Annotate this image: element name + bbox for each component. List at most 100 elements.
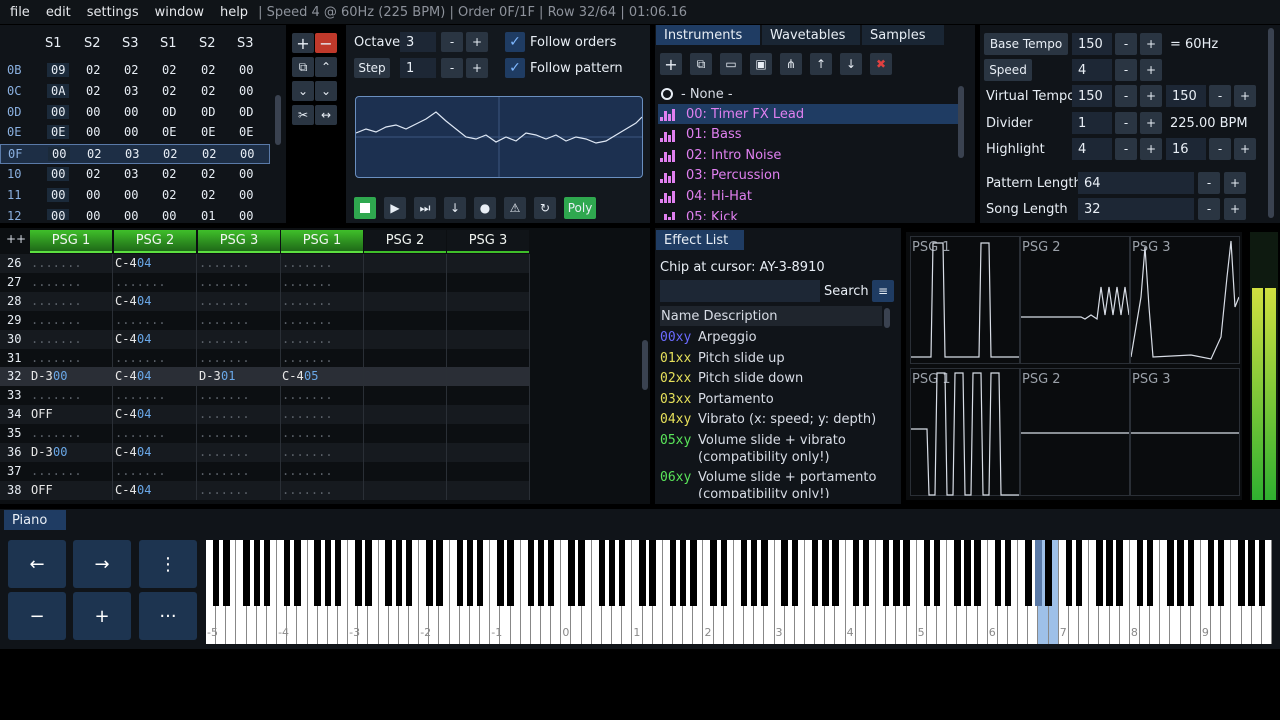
order-cell[interactable]: 01 — [201, 209, 215, 220]
piano-black-key[interactable] — [649, 540, 656, 606]
instrument-cell[interactable]: 04 — [137, 369, 151, 383]
tab-wavetables[interactable]: Wavetables — [762, 25, 860, 45]
piano-black-key[interactable] — [882, 540, 890, 606]
piano-black-key[interactable] — [690, 540, 697, 606]
pattern-row[interactable]: 37............................ — [0, 461, 530, 481]
menu-window[interactable]: window — [149, 5, 210, 20]
order-cell[interactable]: 00 — [86, 188, 100, 202]
piano-black-key[interactable] — [822, 540, 829, 606]
pattern-editor[interactable]: ++ PSG 1 PSG 2 PSG 3 PSG 1 PSG 2 PSG 3 26.....… — [0, 228, 650, 504]
piano-keyboard[interactable]: -5 -4 -3 -2 -1 0 1 2 3 4 5 6 7 8 9 — [206, 540, 1272, 644]
speed-minus-button[interactable]: - — [1115, 59, 1137, 81]
piano-black-key[interactable] — [1096, 540, 1103, 606]
piano-black-key[interactable] — [1136, 540, 1144, 606]
tab-effect-list[interactable]: Effect List — [656, 230, 744, 250]
song-length-plus-button[interactable]: + — [1224, 198, 1246, 220]
poly-button[interactable]: Poly — [564, 197, 596, 219]
instrument-list[interactable]: - None - 00: Timer FX Lead 01: Bass 02: In… — [658, 84, 958, 220]
piano-black-key[interactable] — [283, 540, 291, 606]
order-cell[interactable]: 00 — [162, 209, 176, 220]
instrument-cell[interactable]: 00 — [53, 445, 67, 459]
speed-field[interactable]: 4 — [1072, 59, 1112, 81]
order-cell[interactable]: 00 — [239, 84, 253, 98]
piano-black-key[interactable] — [994, 540, 1002, 606]
piano-black-key[interactable] — [598, 540, 606, 606]
order-cell[interactable]: 02 — [201, 63, 215, 77]
order-cell[interactable]: 00 — [239, 188, 253, 202]
note-cell[interactable]: C-4 — [115, 445, 137, 459]
instrument-item[interactable]: 01: Bass — [658, 125, 958, 145]
piano-black-key[interactable] — [750, 540, 758, 606]
order-cell[interactable]: 03 — [124, 167, 138, 181]
piano-black-key[interactable] — [466, 540, 474, 606]
piano-black-key[interactable] — [1167, 540, 1174, 606]
pattern-row[interactable]: 33............................ — [0, 386, 530, 406]
note-cell[interactable]: C-4 — [115, 483, 137, 497]
order-cell[interactable]: 00 — [239, 209, 253, 220]
piano-black-key[interactable] — [385, 540, 392, 606]
order-row[interactable]: 0B 09 02 02 02 02 00 — [0, 61, 270, 81]
menu-icon[interactable]: ≡ — [872, 280, 894, 302]
octave-plus-button[interactable]: + — [466, 32, 488, 52]
pattern-row[interactable]: 36 D-3 00 C-4 04.............. — [0, 443, 530, 462]
song-length-field[interactable]: 32 — [1078, 198, 1194, 220]
piano-black-key[interactable] — [1075, 540, 1083, 606]
piano-black-key[interactable] — [355, 540, 362, 606]
piano-black-key[interactable] — [740, 540, 748, 606]
duplicate-instrument-icon[interactable]: ⧉ — [690, 53, 712, 75]
order-cell[interactable]: 00 — [47, 104, 70, 119]
step-plus-button[interactable]: + — [466, 58, 488, 78]
order-cell[interactable]: 02 — [87, 147, 101, 161]
vt2-plus-button[interactable]: + — [1234, 85, 1256, 107]
base-tempo-plus-button[interactable]: + — [1140, 33, 1162, 55]
order-cell[interactable]: 0E — [201, 125, 215, 139]
note-cell[interactable]: D-3 — [199, 369, 221, 383]
order-cell[interactable]: 0A — [47, 83, 70, 98]
piano-black-key[interactable] — [212, 540, 220, 606]
piano-black-key[interactable] — [923, 540, 931, 606]
arrows-horizontal-icon[interactable]: ↔ — [315, 105, 337, 125]
virtual-tempo-field-1[interactable]: 150 — [1072, 85, 1112, 107]
piano-black-key[interactable] — [954, 540, 961, 606]
order-row[interactable]: 0D 00 00 00 0D 0D 0D — [0, 103, 270, 123]
order-cell[interactable]: 02 — [162, 167, 176, 181]
order-row[interactable]: 0F 00 02 03 02 02 00 — [0, 144, 270, 165]
pattern-scrollbar[interactable] — [642, 340, 648, 390]
note-cell[interactable]: C-4 — [115, 369, 137, 383]
order-cell[interactable]: 00 — [47, 208, 70, 220]
double-chevron-down-icon[interactable]: ⌄ — [315, 81, 337, 101]
order-cell[interactable]: 02 — [163, 147, 177, 161]
order-cell[interactable]: 02 — [162, 84, 176, 98]
piano-black-key[interactable] — [791, 540, 799, 606]
menu-help[interactable]: help — [214, 5, 254, 20]
channel-header[interactable]: PSG 2 — [114, 230, 196, 253]
order-row[interactable]: 0C 0A 02 03 02 02 00 — [0, 82, 270, 102]
step-forward-icon[interactable]: ⏭ — [414, 197, 436, 219]
order-cell[interactable]: 00 — [47, 187, 70, 202]
piano-black-key[interactable] — [679, 540, 687, 606]
highlight-field-1[interactable]: 4 — [1072, 138, 1112, 160]
duplicate-order-icon[interactable]: ⧉ — [292, 57, 314, 77]
instrument-cell[interactable]: 00 — [53, 369, 67, 383]
pattern-row[interactable]: 30....... C-4 04.............. — [0, 329, 530, 349]
piano-black-key[interactable] — [1248, 540, 1255, 606]
instrument-cell[interactable]: 05 — [304, 369, 318, 383]
hl1-minus-button[interactable]: - — [1115, 138, 1137, 160]
step-minus-button[interactable]: - — [441, 58, 463, 78]
octave-minus-button[interactable]: - — [441, 32, 463, 52]
hl2-minus-button[interactable]: - — [1209, 138, 1231, 160]
piano-black-key[interactable] — [334, 540, 342, 606]
piano-black-key[interactable] — [761, 540, 768, 606]
instrument-cell[interactable]: 04 — [137, 407, 151, 421]
piano-black-key[interactable] — [903, 540, 910, 606]
remove-order-button[interactable]: − — [315, 33, 337, 53]
piano-black-key[interactable] — [243, 540, 250, 606]
menu-settings[interactable]: settings — [81, 5, 145, 20]
order-cell[interactable]: 02 — [86, 84, 100, 98]
hierarchy-icon[interactable]: ⋔ — [780, 53, 802, 75]
instrument-item[interactable]: 00: Timer FX Lead — [658, 104, 958, 124]
pattern-row[interactable]: 29............................ — [0, 310, 530, 330]
piano-black-key[interactable] — [1217, 540, 1225, 606]
instrument-cell[interactable]: 04 — [137, 294, 151, 308]
piano-black-key[interactable] — [527, 540, 535, 606]
